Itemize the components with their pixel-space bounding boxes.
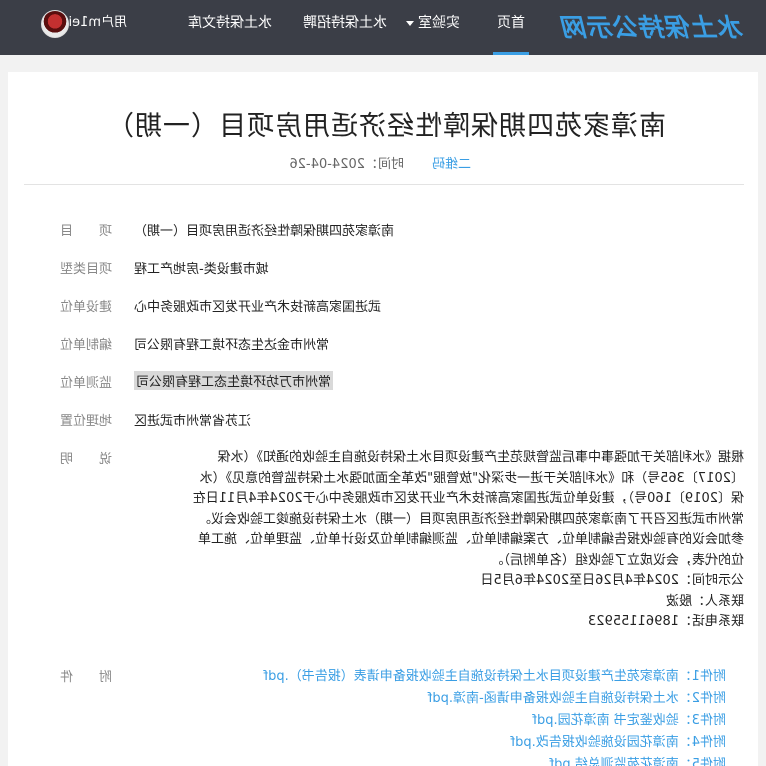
attachment-link[interactable]: 附件2：水土保持设施自主验收报备申请函-南漳.pdf: [130, 688, 726, 710]
nav-lab-label: 实验室: [418, 15, 460, 31]
page-title: 南漳家苑四期保障性经济适用房项目（一期）: [106, 111, 666, 142]
description-line: 联系人：殷波: [665, 593, 744, 609]
field-label-location: 地理位置: [60, 414, 113, 429]
attachment-link[interactable]: 附件4：南漳花园设施验收报告改.pdf: [130, 732, 726, 754]
top-nav-bar: 水土保持公示网 首页 实验室 水土保持招聘 水土保持文库 用户m1ei: [0, 0, 766, 55]
description-line: 公示时间：2024年4月26日至2024年6月5日: [480, 573, 744, 588]
field-label-builder: 建设单位: [60, 300, 113, 315]
publish-time: 时间：2024-04-26: [289, 157, 404, 172]
field-label-compiler: 编制单位: [60, 338, 113, 353]
field-value-project: 南漳家苑四期保障性经济适用房项目（一期）: [134, 224, 395, 239]
field-value-compiler: 常州市金达生态环境工程有限公司: [134, 338, 330, 353]
field-value-type: 城市建设类-房地产工程: [134, 262, 269, 277]
nav-home[interactable]: 首页: [493, 0, 529, 55]
description-line: 保〔2019〕160号），建设单位武进国家高新技术产业开发区市政服务中心于202…: [192, 491, 744, 506]
description-line: 根据《水利部关于加强事中事后监管规范生产建设项目水土保持设施自主验收的通知》（水…: [217, 450, 744, 465]
description-line: 常州市武进区召开了南漳家苑四期保障性经济适用房项目（一期）水土保持设施竣工验收会…: [197, 511, 744, 527]
description-line: 参加会议的有验收报告编制单位、方案编制单位、监测编制单位及设计单位、监理单位、施…: [197, 532, 744, 547]
field-value-monitor: 常州市万坊环境生态工程有限公司: [134, 371, 334, 390]
field-label-project: 项 目: [60, 224, 113, 239]
divider: [24, 184, 744, 185]
description-line: 〔2017〕365号）和《水利部关于进一步深化"放管服"改革全面加强水土保持监管…: [199, 470, 744, 486]
attachment-list: 附件1：南漳家苑生产建设项目水土保持设施自主验收报备申请表（报告书）.pdf 附…: [130, 666, 727, 766]
attachment-link[interactable]: 附件1：南漳家苑生产建设项目水土保持设施自主验收报备申请表（报告书）.pdf: [130, 666, 727, 688]
attachment-link[interactable]: 附件5：南漳花苑监测总结.pdf: [130, 754, 726, 766]
field-label-attachments: 附 件: [60, 670, 113, 685]
qr-code-link[interactable]: 二维码: [432, 153, 471, 173]
user-name[interactable]: 用户m1ei: [68, 0, 127, 46]
nav-lab-dropdown[interactable]: 实验室: [406, 0, 460, 55]
description-line: 联系电话：18961155923: [588, 614, 744, 629]
field-label-type: 项目类型: [60, 262, 113, 277]
field-value-location: 江苏省常州市武进区: [134, 414, 252, 429]
field-label-description: 说 明: [60, 452, 113, 467]
nav-jobs[interactable]: 水土保持招聘: [303, 0, 387, 55]
avatar[interactable]: [41, 10, 69, 38]
site-logo[interactable]: 水土保持公示网: [562, 8, 744, 44]
nav-library[interactable]: 水土保持文库: [188, 0, 272, 55]
description-line: 位的代表，会议成立了验收组（名单附后）。: [490, 552, 744, 568]
field-value-builder: 武进国家高新技术产业开发区市政服务中心: [134, 300, 382, 315]
field-label-monitor: 监测单位: [60, 376, 113, 391]
attachment-link[interactable]: 附件3：验收鉴定书 南漳花园.pdf: [130, 710, 726, 732]
chevron-down-icon: [406, 20, 414, 26]
description-text: 根据《水利部关于加强事中事后监管规范生产建设项目水土保持设施自主验收的通知》（水…: [132, 448, 744, 633]
